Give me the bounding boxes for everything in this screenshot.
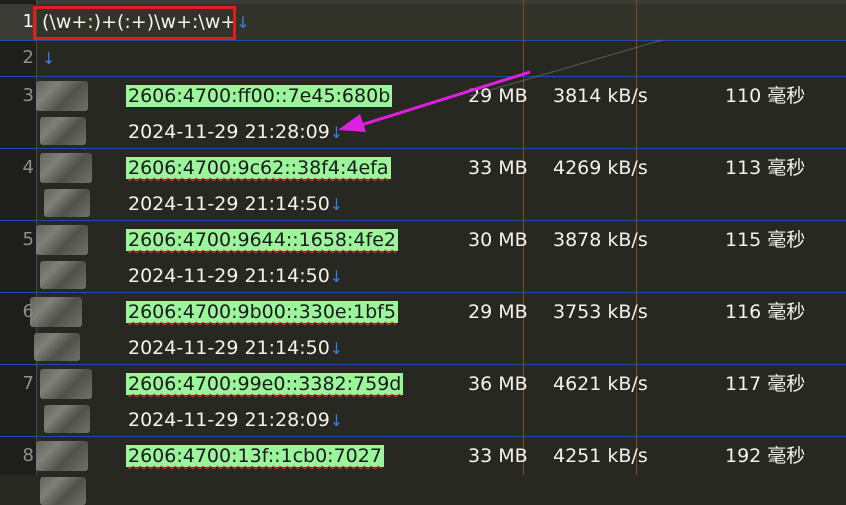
annotation-guide-line <box>469 39 663 97</box>
annotation-arrow <box>338 39 663 132</box>
arrow-shaft <box>357 70 531 128</box>
arrow-head <box>338 114 366 132</box>
blurred-name <box>40 477 86 505</box>
